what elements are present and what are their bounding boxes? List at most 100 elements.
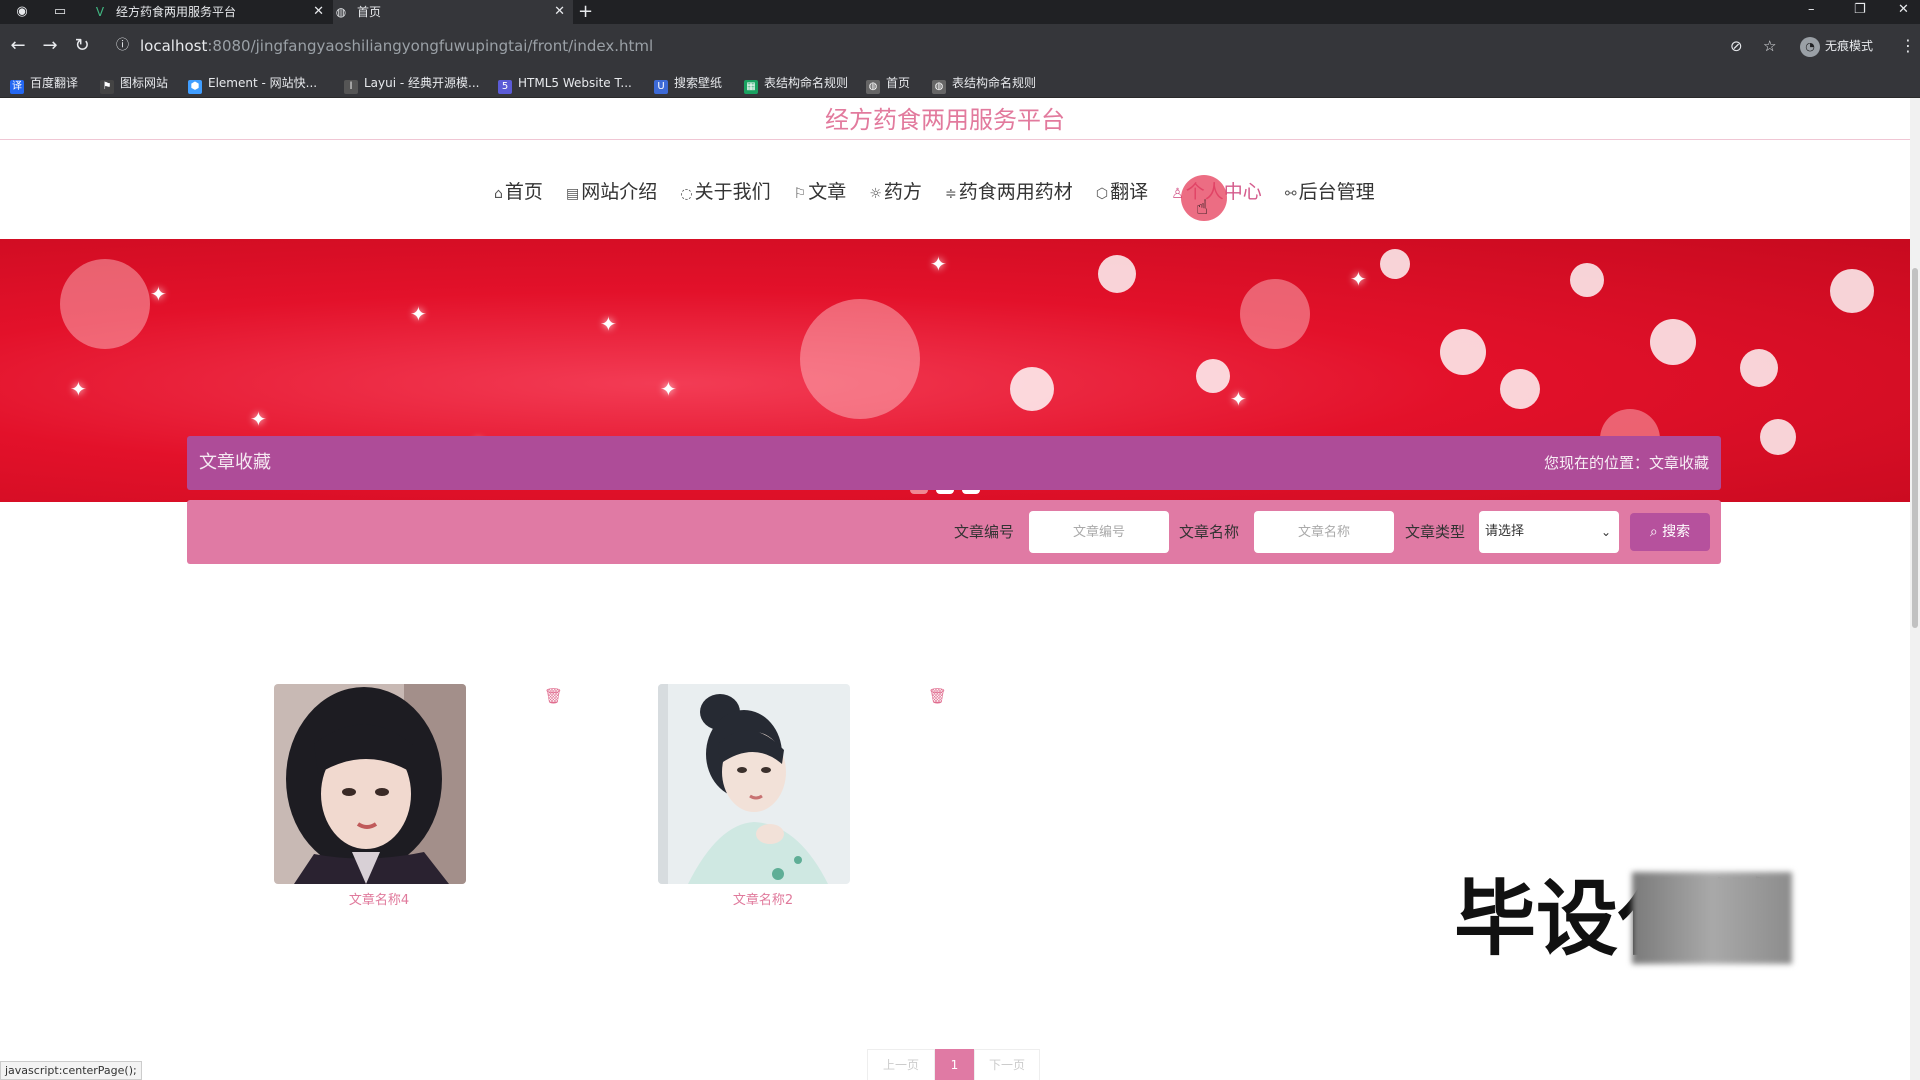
bokeh-light: [1830, 269, 1874, 313]
bokeh-light: [1440, 329, 1486, 375]
nav-item-home[interactable]: ⌂ 首页: [494, 176, 543, 210]
back-icon[interactable]: ←: [6, 34, 30, 58]
type-label: 文章类型: [1405, 523, 1466, 541]
bokeh-light: [60, 259, 150, 349]
sparkle-icon: ✦: [1230, 387, 1247, 411]
address-bar[interactable]: ⓘ localhost:8080/jingfangyaoshiliangyong…: [110, 32, 1800, 60]
search-button[interactable]: ⌕ 搜索: [1630, 513, 1710, 551]
bokeh-light: [1740, 349, 1778, 387]
bookmark-item[interactable]: 译百度翻译: [10, 74, 79, 94]
incognito-profile[interactable]: ◔ 无痕模式: [1800, 35, 1873, 57]
bookmark-label: 图标网站: [120, 76, 169, 90]
bookmark-item[interactable]: l Layui - 经典开源模...: [344, 74, 479, 94]
bookmark-item[interactable]: ⬢ Element - 网站快...: [188, 74, 318, 94]
element-icon: ⬢: [188, 80, 202, 94]
sparkle-icon: ✦: [1350, 267, 1367, 291]
star-icon[interactable]: ☆: [1763, 35, 1776, 57]
globe-icon: ◍: [866, 80, 880, 94]
browser-toolbar: ← → ↻ ⓘ localhost:8080/jingfangyaoshilia…: [0, 24, 1920, 68]
nav-item-articles[interactable]: ⚐ 文章: [794, 176, 847, 210]
article-name[interactable]: 文章名称2: [658, 892, 868, 910]
calendar-icon: ▤: [566, 186, 580, 202]
vue-logo-icon: V: [95, 5, 105, 19]
forward-icon[interactable]: →: [38, 34, 62, 58]
nav-label: 药方: [883, 181, 922, 203]
search-button-label: 搜索: [1662, 524, 1691, 540]
article-thumbnail[interactable]: [274, 684, 466, 884]
nav-item-translate[interactable]: ⬡ 翻译: [1096, 176, 1148, 210]
scrollbar-thumb[interactable]: [1912, 268, 1918, 628]
bokeh-light: [1760, 419, 1796, 455]
bookmark-item[interactable]: 5 HTML5 Website T...: [498, 74, 632, 94]
restore-icon[interactable]: ❐: [1854, 0, 1866, 20]
bokeh-light: [1196, 359, 1230, 393]
delete-icon[interactable]: 🗑: [544, 688, 563, 704]
article-id-input[interactable]: [1029, 511, 1169, 553]
bookmark-item[interactable]: ⚑ 图标网站: [100, 74, 169, 94]
reload-icon[interactable]: ↻: [70, 34, 94, 58]
tab-title: 经方药食两用服务平台: [116, 5, 237, 19]
nav-item-herbs[interactable]: ≑ 药食两用药材: [945, 176, 1073, 210]
nav-item-about[interactable]: ◌ 关于我们: [680, 176, 770, 210]
eye-off-icon[interactable]: ⊘: [1730, 35, 1743, 57]
sheet-icon: ▦: [744, 80, 758, 94]
bookmark-item[interactable]: ◍ 表结构命名规则: [932, 74, 1037, 94]
bookmarks-bar: 译百度翻译 ⚑ 图标网站 ⬢ Element - 网站快... l Layui - 经…: [0, 68, 1920, 98]
bookmark-label: 百度翻译: [30, 76, 79, 90]
nav-label: 首页: [504, 181, 543, 203]
tab-platform[interactable]: V 经方药食两用服务平台 ✕: [92, 0, 332, 24]
new-tab-button[interactable]: +: [578, 0, 593, 24]
article-name-input[interactable]: [1254, 511, 1394, 553]
article-thumbnail[interactable]: [658, 684, 850, 884]
prev-page-button[interactable]: 上一页: [867, 1049, 935, 1080]
close-icon[interactable]: ✕: [554, 0, 565, 24]
bookmark-label: Element - 网站快...: [208, 76, 318, 90]
page-number[interactable]: 1: [935, 1049, 974, 1080]
article-type-select[interactable]: 请选择 ⌄: [1479, 511, 1619, 553]
delete-icon[interactable]: 🗑: [928, 688, 947, 704]
tab-search-icon[interactable]: ▭: [52, 4, 68, 20]
page-scrollbar[interactable]: [1910, 98, 1920, 1080]
profile-label: 无痕模式: [1825, 39, 1874, 53]
portrait-image: [274, 684, 466, 884]
window-close-icon[interactable]: ✕: [1898, 0, 1909, 20]
nav-label: 网站介绍: [581, 181, 658, 203]
more-menu-icon[interactable]: ⋮: [1900, 35, 1916, 57]
site-info-icon[interactable]: ⓘ: [116, 32, 129, 60]
close-icon[interactable]: ✕: [313, 0, 324, 24]
name-label: 文章名称: [1179, 523, 1240, 541]
bookmark-item[interactable]: ◍ 首页: [866, 74, 910, 94]
section-title: 文章收藏: [199, 452, 271, 473]
incognito-icon: ◔: [1800, 36, 1820, 57]
article-name[interactable]: 文章名称4: [274, 892, 484, 910]
select-value: 请选择: [1485, 524, 1525, 539]
bokeh-light: [1570, 263, 1604, 297]
main-nav: ⌂首页 ▤网站介绍 ◌关于我们 ⚐文章 ☼药方 ≑药食两用药材 ⬡翻译 ♙个人中…: [494, 176, 1393, 208]
flag-icon: ⚐: [793, 186, 807, 202]
breadcrumb: 您现在的位置：文章收藏: [1543, 454, 1709, 472]
url-host: localhost: [140, 37, 208, 55]
bokeh-light: [1098, 255, 1136, 293]
globe-icon: ◍: [932, 80, 946, 94]
minimize-icon[interactable]: –: [1808, 0, 1815, 20]
title-divider: [0, 139, 1910, 140]
bookmark-item[interactable]: U 搜索壁纸: [654, 74, 723, 94]
bookmark-label: 搜索壁纸: [674, 76, 723, 90]
nav-label: 文章: [808, 181, 847, 203]
html5-template-icon: 5: [498, 80, 512, 94]
nav-label: 翻译: [1110, 181, 1149, 203]
nav-item-intro[interactable]: ▤ 网站介绍: [566, 176, 657, 210]
nav-item-admin[interactable]: ⚯ 后台管理: [1285, 176, 1375, 210]
cube-icon: ⬡: [1095, 186, 1109, 202]
nav-label: 药食两用药材: [958, 181, 1073, 203]
nav-item-prescriptions[interactable]: ☼ 药方: [869, 176, 922, 210]
tab-home[interactable]: ◍ 首页 ✕: [333, 0, 573, 24]
bookmark-label: 表结构命名规则: [952, 76, 1037, 90]
chevron-down-icon: ⌄: [1600, 525, 1611, 539]
browser-menu-icon[interactable]: ◉: [14, 4, 30, 20]
bookmark-item[interactable]: ▦ 表结构命名规则: [744, 74, 848, 94]
sparkle-icon: ✦: [250, 407, 267, 431]
next-page-button[interactable]: 下一页: [974, 1049, 1040, 1080]
blur-overlay: [1632, 872, 1792, 964]
bokeh-light: [800, 299, 920, 419]
